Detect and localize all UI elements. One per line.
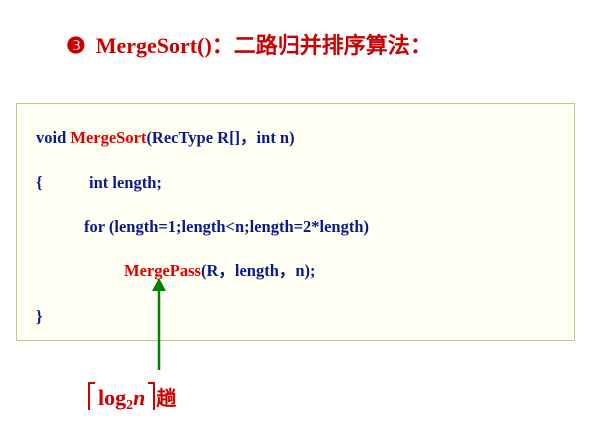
annotation-log: log [98,385,127,410]
code-line-declaration-text: int length; [89,172,162,194]
code-call-args: (R，length，n); [200,261,316,280]
code-line-declaration: { [36,172,43,194]
code-block: void MergeSort(RecType R[]，int n) { int … [16,103,575,341]
code-open-brace: { [36,173,43,192]
heading-function-name: MergeSort() [95,33,212,58]
ceiling-left-bracket [88,382,95,410]
bullet-number-icon: ❸ [66,33,86,58]
code-function-mergesort: MergeSort [70,128,147,147]
code-keyword-void: void [36,128,71,147]
heading-description: 二路归并排序算法 [233,34,410,59]
code-params: (RecType R[]，int n) [146,128,295,147]
heading-trailing-colon: ： [409,34,432,59]
code-line-signature: void MergeSort(RecType R[]，int n) [36,127,295,149]
code-for-statement: for (length=1;length<n;length=2*length) [84,217,370,236]
annotation-variable-n: n [133,385,146,410]
annotation-suffix: 趟 [156,386,177,410]
code-length-declaration: int length; [89,173,162,192]
code-line-for-loop: for (length=1;length<n;length=2*length) [84,216,369,238]
ceiling-right-bracket [148,382,156,410]
slide-heading: ❸ MergeSort()：二路归并排序算法： [66,26,432,67]
heading-colon: ： [211,34,234,59]
code-close-brace: } [36,307,43,326]
pass-count-annotation: log2n 趟 [88,382,176,416]
code-line-close: } [36,306,43,328]
up-arrow-icon [152,278,166,370]
